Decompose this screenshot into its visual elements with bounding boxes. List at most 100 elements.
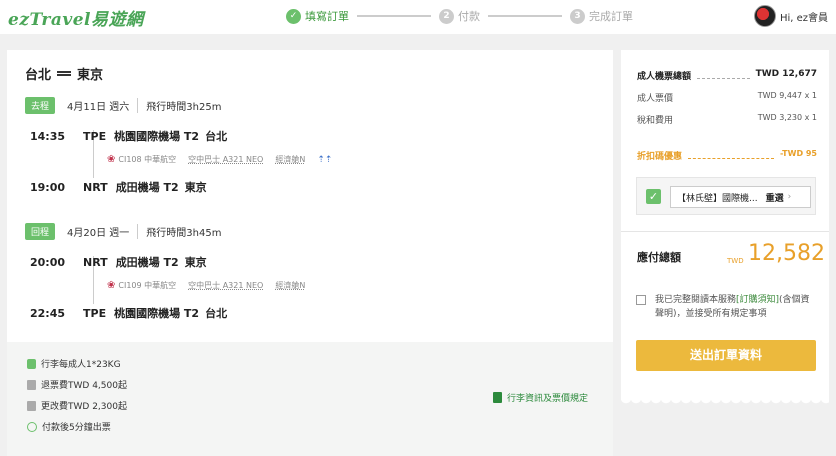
arr-airport: 桃園國際機場 T2 — [114, 307, 200, 320]
route-title: 台北 東京 — [25, 64, 103, 83]
step-connector — [488, 15, 562, 17]
dep-time: 20:00 — [29, 255, 65, 269]
flight-number: CI109 中華航空 — [118, 281, 177, 290]
payable-amount: 12,582 — [748, 241, 825, 266]
route-to: 東京 — [77, 68, 104, 83]
tax-row: 稅和費用 TWD 3,230 x 1 — [637, 113, 817, 126]
segment-header: 去程 4月11日 週六 飛行時間3h25m — [25, 96, 605, 114]
coupon-select[interactable]: 【林氏壁】國際機... 重選 › — [670, 186, 811, 208]
fare-row: 成人票價 TWD 9,447 x 1 — [637, 91, 817, 104]
coupon-checkbox[interactable]: ✓ — [646, 189, 661, 204]
step-label: 填寫訂單 — [305, 10, 349, 23]
china-airlines-icon: ❀ — [107, 154, 116, 165]
dep-code: TPE — [83, 129, 107, 143]
agree-text: 我已完整閱讀本服務[訂購須知](含個資聲明)，並接受所有規定事項 — [655, 293, 818, 321]
chevron-right-icon: › — [787, 192, 792, 202]
aircraft-type[interactable]: 空中巴士 A321 NEO — [188, 154, 263, 165]
step-label: 付款 — [458, 10, 480, 23]
tax-value: TWD 3,230 x 1 — [757, 113, 817, 122]
cabin-class[interactable]: 經濟艙N — [275, 154, 305, 165]
baggage-info: 行李每成人1*23KG — [27, 357, 121, 370]
check-icon: ✓ — [286, 8, 301, 24]
segment-date: 4月20日 週一 — [67, 223, 139, 239]
coupon-name: 【林氏壁】國際機... — [677, 193, 758, 204]
arr-code: TPE — [83, 306, 107, 320]
change-fee: 更改費TWD 2,300起 — [27, 399, 127, 412]
price-summary-card: 成人機票總額 TWD 12,677 成人票價 TWD 9,447 x 1 稅和費… — [621, 50, 829, 400]
dep-city: 東京 — [184, 256, 207, 269]
step-complete: 3 完成訂單 — [570, 8, 633, 24]
dotted-leader — [688, 149, 775, 159]
outbound-tag: 去程 — [25, 96, 56, 114]
progress-steps: ✓ 填寫訂單 2 付款 3 完成訂單 — [286, 8, 633, 24]
coupon-reselect[interactable]: 重選 — [766, 191, 784, 204]
adult-total-label: 成人機票總額 — [637, 72, 692, 82]
arr-airport: 成田機場 T2 — [115, 181, 179, 194]
dep-airport: 成田機場 T2 — [115, 256, 179, 269]
step-fill-order: ✓ 填寫訂單 — [286, 8, 349, 24]
agreement: 我已完整閱讀本服務[訂購須知](含個資聲明)，並接受所有規定事項 — [636, 293, 818, 321]
divider — [621, 231, 829, 232]
agree-checkbox[interactable] — [636, 295, 646, 305]
user-greeting[interactable]: Hi, ez會員 — [780, 9, 828, 24]
china-airlines-icon: ❀ — [107, 280, 116, 291]
adult-total-row: 成人機票總額 TWD 12,677 — [637, 69, 817, 82]
outbound-arrival: 19:00 NRT 成田機場 T2 東京 — [7, 179, 207, 195]
route-from: 台北 — [25, 68, 52, 83]
inbound-arrival: 22:45 TPE 桃園國際機場 T2 台北 — [7, 305, 227, 321]
step-number: 3 — [570, 8, 585, 24]
agree-prefix: 我已完整閱讀本服務 — [655, 295, 737, 305]
segment-duration: 飛行時間3h45m — [146, 227, 222, 239]
inbound-segment: 回程 4月20日 週一 飛行時間3h45m — [25, 222, 605, 240]
fare-label: 成人票價 — [637, 94, 674, 104]
segment-date: 4月11日 週六 — [67, 97, 139, 113]
receipt-edge — [621, 398, 829, 408]
fare-value: TWD 9,447 x 1 — [757, 91, 817, 100]
ticketing-time: 付款後5分鐘出票 — [27, 420, 111, 433]
step-payment: 2 付款 — [439, 8, 480, 24]
discount-value: -TWD 95 — [780, 149, 817, 158]
dep-time: 14:35 — [29, 129, 65, 143]
arr-code: NRT — [83, 180, 108, 194]
dep-code: NRT — [83, 255, 108, 269]
change-text: 更改費TWD 2,300起 — [41, 402, 127, 412]
cabin-class[interactable]: 經濟艙N — [275, 280, 305, 291]
calendar-icon — [27, 400, 36, 411]
inbound-departure: 20:00 NRT 成田機場 T2 東京 — [7, 254, 207, 270]
ticketing-text: 付款後5分鐘出票 — [42, 423, 111, 433]
fees-panel: 行李每成人1*23KG 退票費TWD 4,500起 更改費TWD 2,300起 … — [7, 342, 613, 456]
header: ezTravel易遊網 ✓ 填寫訂單 2 付款 3 完成訂單 Hi, ez會員 — [0, 0, 836, 34]
segment-duration: 飛行時間3h25m — [146, 101, 222, 113]
clock-icon — [27, 421, 37, 432]
fare-rules-link[interactable]: 行李資訊及票價規定 — [493, 391, 588, 404]
refund-fee: 退票費TWD 4,500起 — [27, 378, 127, 391]
aircraft-type[interactable]: 空中巴士 A321 NEO — [188, 280, 263, 291]
dotted-leader — [697, 69, 750, 79]
step-connector — [357, 15, 431, 17]
inbound-tag: 回程 — [25, 222, 56, 240]
coupon-box: ✓ 【林氏壁】國際機... 重選 › — [636, 177, 816, 215]
seat-icon[interactable]: ⇡⇡ — [317, 155, 332, 165]
adult-total-value: TWD 12,677 — [755, 69, 817, 79]
dep-airport: 桃園國際機場 T2 — [114, 130, 200, 143]
step-number: 2 — [439, 8, 454, 24]
itinerary-card: 台北 東京 去程 4月11日 週六 飛行時間3h25m 14:35 TPE 桃園… — [7, 50, 613, 342]
rules-link-text[interactable]: 行李資訊及票價規定 — [507, 391, 588, 404]
terms-link[interactable]: [訂購須知] — [736, 295, 779, 305]
refund-icon — [27, 379, 36, 390]
flight-number: CI108 中華航空 — [118, 155, 177, 164]
outbound-flight-info: ❀ CI108 中華航空 空中巴士 A321 NEO 經濟艙N ⇡⇡ — [107, 154, 344, 165]
tax-label: 稅和費用 — [637, 116, 674, 126]
round-trip-icon — [57, 71, 72, 76]
baggage-text: 行李每成人1*23KG — [41, 360, 121, 370]
outbound-segment: 去程 4月11日 週六 飛行時間3h25m — [25, 96, 605, 114]
ezTravel-logo[interactable]: ezTravel易遊網 — [8, 5, 144, 30]
avatar[interactable] — [753, 5, 776, 27]
outbound-departure: 14:35 TPE 桃園國際機場 T2 台北 — [7, 128, 227, 144]
arr-time: 19:00 — [29, 180, 65, 194]
inbound-flight-info: ❀ CI109 中華航空 空中巴士 A321 NEO 經濟艙N — [107, 280, 317, 291]
segment-header: 回程 4月20日 週一 飛行時間3h45m — [25, 222, 605, 240]
user-menu[interactable]: Hi, ez會員 — [753, 5, 828, 27]
submit-order-button[interactable]: 送出訂單資料 — [636, 340, 816, 371]
discount-label: 折扣碼優惠 — [637, 152, 683, 162]
